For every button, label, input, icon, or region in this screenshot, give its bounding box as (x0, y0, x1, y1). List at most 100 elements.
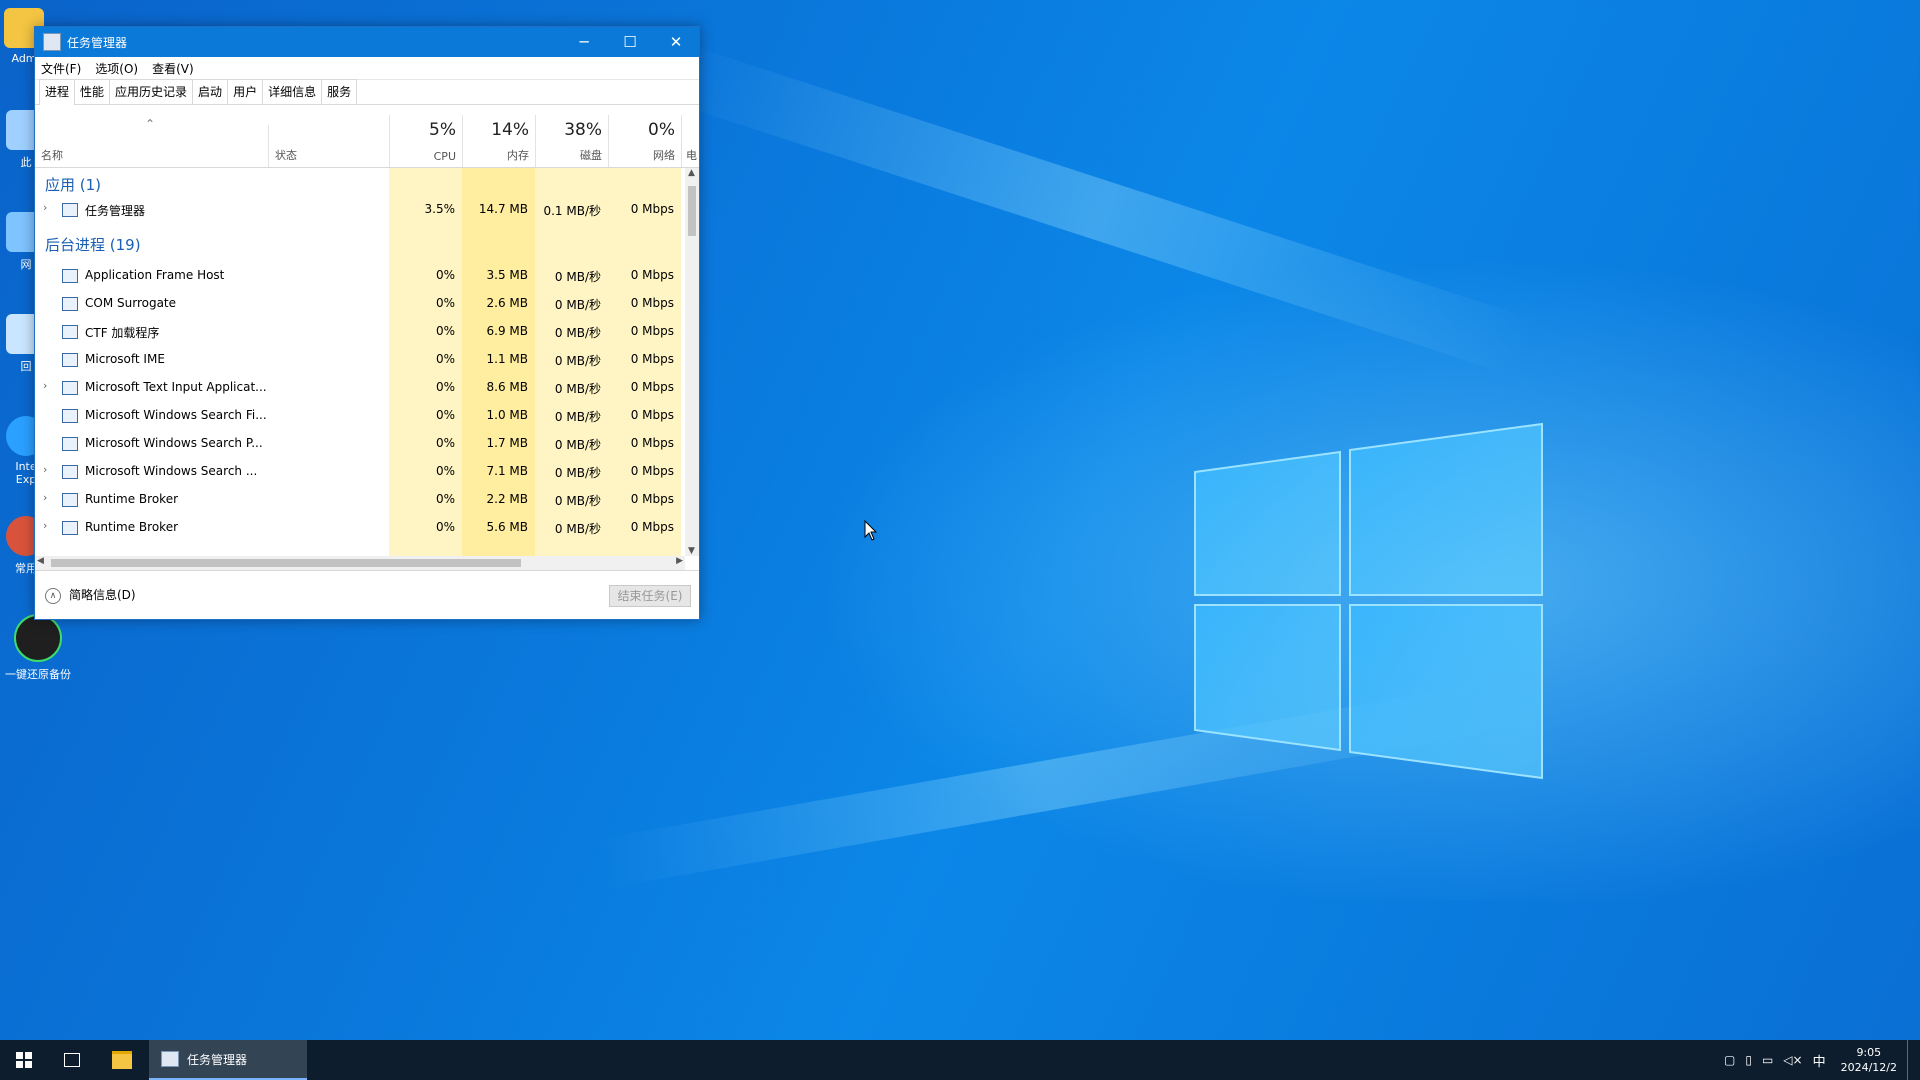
footer-bar: ∧ 简略信息(D) 结束任务(E) (35, 570, 699, 619)
network-cell: 0 Mbps (630, 464, 674, 478)
process-name: COM Surrogate (85, 296, 177, 310)
memory-label: 内存 (507, 149, 529, 162)
menu-file[interactable]: 文件(F) (41, 60, 81, 77)
process-row[interactable]: Application Frame Host 0% 3.5 MB 0 MB/秒 0 Mb… (35, 262, 685, 290)
horizontal-scrollbar[interactable]: ◀ ▶ (35, 556, 685, 570)
process-row[interactable]: › Runtime Broker 0% 5.6 MB 0 MB/秒 0 Mbps (35, 514, 685, 542)
scroll-right-icon[interactable]: ▶ (676, 556, 683, 566)
column-status[interactable]: 状态 (275, 147, 297, 163)
disk-cell: 0 MB/秒 (554, 522, 601, 536)
process-row[interactable]: Microsoft Windows Search P... 0% 1.7 MB 0 M… (35, 430, 685, 458)
process-icon (62, 437, 78, 451)
close-button[interactable]: ✕ (653, 27, 699, 57)
network-percent: 0% (648, 120, 675, 140)
process-icon (62, 325, 78, 339)
tab-details[interactable]: 详细信息 (262, 79, 323, 104)
column-network[interactable]: 0% 网络 (608, 115, 681, 167)
process-icon (62, 297, 78, 311)
usb-icon[interactable]: ▯ (1745, 1053, 1752, 1067)
start-button[interactable] (0, 1040, 48, 1080)
process-row[interactable]: CTF 加载程序 0% 6.9 MB 0 MB/秒 0 Mbps (35, 318, 685, 346)
tab-services[interactable]: 服务 (321, 79, 358, 104)
task-view-button[interactable] (48, 1040, 96, 1080)
tab-app-history[interactable]: 应用历史记录 (109, 79, 194, 104)
vertical-scrollbar[interactable]: ▲ ▼ (685, 168, 699, 556)
process-row[interactable]: Microsoft IME 0% 1.1 MB 0 MB/秒 0 Mbps (35, 346, 685, 374)
disk-cell: 0.1 MB/秒 (543, 204, 601, 218)
disk-cell: 0 MB/秒 (554, 326, 601, 340)
menu-view[interactable]: 查看(V) (152, 60, 194, 77)
desktop-icon-label: 此 (20, 156, 32, 169)
process-name: Microsoft Windows Search P... (85, 436, 263, 450)
cpu-cell: 0% (435, 436, 455, 450)
file-explorer-button[interactable] (98, 1040, 146, 1080)
process-name: Runtime Broker (85, 520, 179, 534)
cpu-cell: 0% (435, 408, 455, 422)
tab-startup[interactable]: 启动 (192, 79, 229, 104)
network-cell: 0 Mbps (630, 324, 674, 338)
group-header-background[interactable]: 后台进程 (19) (35, 224, 685, 254)
menu-options[interactable]: 选项(O) (95, 60, 138, 77)
process-row[interactable]: › Microsoft Windows Search ... 0% 7.1 MB 0 M… (35, 458, 685, 486)
process-icon (62, 353, 78, 367)
memory-cell: 1.7 MB (486, 436, 528, 450)
cpu-cell: 0% (435, 324, 455, 338)
end-task-button[interactable]: 结束任务(E) (609, 585, 691, 607)
disk-cell: 0 MB/秒 (554, 494, 601, 508)
title-bar[interactable]: 任务管理器 ─ ☐ ✕ (35, 27, 699, 57)
expand-chevron-icon[interactable]: › (43, 201, 47, 214)
desktop-icon-restore-backup[interactable]: 一键还原备份 (0, 614, 78, 682)
network-cell: 0 Mbps (630, 202, 674, 216)
tab-processes[interactable]: 进程 (39, 79, 76, 105)
window-title: 任务管理器 (67, 35, 128, 50)
chevron-up-icon: ∧ (45, 587, 61, 604)
expand-chevron-icon[interactable]: › (43, 491, 47, 504)
taskbar-app-task-manager[interactable]: 任务管理器 (149, 1040, 307, 1080)
process-row[interactable]: › Runtime Broker 0% 2.2 MB 0 MB/秒 0 Mbps (35, 486, 685, 514)
cpu-cell: 0% (435, 352, 455, 366)
scroll-thumb[interactable] (51, 559, 521, 567)
tab-users[interactable]: 用户 (227, 79, 264, 104)
expand-chevron-icon[interactable]: › (43, 519, 47, 532)
minimize-button[interactable]: ─ (561, 27, 607, 57)
network-status-icon[interactable]: ▭ (1762, 1053, 1773, 1067)
column-memory[interactable]: 14% 内存 (462, 115, 535, 167)
scroll-thumb[interactable] (688, 186, 696, 236)
process-name: Runtime Broker (85, 492, 179, 506)
process-row[interactable]: › 任务管理器 3.5% 14.7 MB 0.1 MB/秒 0 Mbps (35, 196, 685, 224)
tab-performance[interactable]: 性能 (74, 79, 111, 104)
column-name[interactable]: 名称 (41, 147, 63, 163)
process-icon (62, 269, 78, 283)
task-view-icon (64, 1053, 80, 1067)
process-row[interactable]: › Microsoft Text Input Applicat... 0% 8.6 M… (35, 374, 685, 402)
expand-chevron-icon[interactable]: › (43, 379, 47, 392)
menu-bar: 文件(F) 选项(O) 查看(V) (35, 57, 699, 80)
column-power[interactable]: 电 (681, 115, 699, 167)
maximize-button[interactable]: ☐ (607, 27, 653, 57)
show-desktop-button[interactable] (1907, 1040, 1912, 1080)
scroll-down-icon[interactable]: ▼ (688, 546, 695, 556)
notification-icon[interactable]: ▢ (1724, 1053, 1735, 1067)
disk-cell: 0 MB/秒 (554, 354, 601, 368)
scroll-left-icon[interactable]: ◀ (37, 556, 44, 566)
column-disk[interactable]: 38% 磁盘 (535, 115, 608, 167)
fewer-details-button[interactable]: ∧ 简略信息(D) (45, 586, 136, 604)
column-cpu[interactable]: 5% CPU (389, 115, 462, 167)
process-icon (62, 493, 78, 507)
memory-cell: 1.1 MB (486, 352, 528, 366)
memory-cell: 1.0 MB (486, 408, 528, 422)
desktop-icon-label: 网 (20, 258, 32, 271)
process-list: 应用 (1) › 任务管理器 3.5% 14.7 MB 0.1 MB/秒 0 Mbps 后… (35, 168, 685, 556)
process-row[interactable]: COM Surrogate 0% 2.6 MB 0 MB/秒 0 Mbps (35, 290, 685, 318)
scroll-up-icon[interactable]: ▲ (688, 168, 695, 178)
windows-start-icon (16, 1052, 32, 1068)
group-header-apps[interactable]: 应用 (1) (35, 168, 685, 196)
clock[interactable]: 9:05 2024/12/2 (1841, 1045, 1897, 1075)
network-cell: 0 Mbps (630, 352, 674, 366)
volume-muted-icon[interactable]: ◁× (1783, 1053, 1802, 1067)
process-icon (62, 203, 78, 217)
process-row[interactable]: Microsoft Windows Search Fi... 0% 1.0 MB 0 … (35, 402, 685, 430)
group-label: 后台进程 (19) (45, 236, 141, 254)
ime-indicator[interactable]: 中 (1813, 1051, 1826, 1070)
expand-chevron-icon[interactable]: › (43, 463, 47, 476)
